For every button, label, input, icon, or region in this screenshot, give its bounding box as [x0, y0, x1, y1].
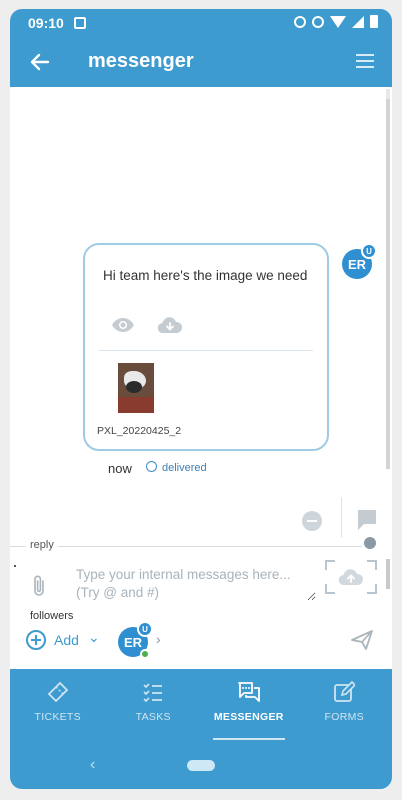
attachment-filename: PXL_20220425_2: [97, 425, 182, 437]
attachment-thumbnail[interactable]: [118, 363, 154, 413]
notification-icon: [74, 17, 86, 29]
message-time: now: [108, 461, 132, 476]
delivery-status: delivered: [162, 462, 207, 474]
ticket-icon: [47, 681, 69, 703]
signal-icon: [352, 15, 364, 28]
reply-handle-dot[interactable]: [364, 537, 376, 549]
nav-forms[interactable]: FORMS: [297, 669, 393, 745]
status-time: 09:10: [28, 15, 64, 31]
nav-tickets[interactable]: TICKETS: [10, 669, 106, 745]
online-status-dot: [140, 649, 150, 659]
sync-icon: [294, 15, 306, 28]
chevron-right-icon[interactable]: ›: [156, 631, 161, 647]
sender-badge: U: [361, 243, 377, 259]
side-divider: [341, 497, 342, 537]
system-back-icon[interactable]: ‹: [90, 756, 95, 774]
system-home-pill[interactable]: [187, 760, 215, 771]
follower-avatar[interactable]: ER U: [118, 621, 153, 659]
nav-label-messenger: MESSENGER: [213, 711, 284, 723]
sender-avatar[interactable]: ER U: [342, 243, 377, 279]
nav-label-forms: FORMS: [324, 711, 364, 723]
messenger-icon: [237, 682, 260, 702]
cloud-download-icon[interactable]: [157, 316, 183, 334]
dnd-icon: [312, 15, 324, 28]
app-screen: 09:10 messenger ER U Hi team here's the …: [10, 9, 392, 789]
chevron-down-icon[interactable]: ⌄: [88, 629, 100, 646]
message-text: Hi team here's the image we need: [103, 268, 308, 283]
reply-input[interactable]: [76, 565, 316, 601]
message-bubble: Hi team here's the image we need PXL_202…: [83, 243, 329, 451]
battery-icon: [370, 15, 378, 28]
status-icons: [294, 15, 378, 28]
wifi-icon: [330, 15, 346, 28]
follower-initials: ER: [123, 634, 143, 650]
nav-messenger[interactable]: MESSENGER: [201, 669, 297, 745]
nav-label-tasks: TASKS: [135, 711, 171, 723]
tasks-icon: [143, 683, 163, 703]
follower-badge: U: [137, 621, 153, 637]
view-eye-icon[interactable]: [111, 316, 135, 334]
check-circle-icon: [146, 461, 157, 472]
sender-initials: ER: [347, 256, 367, 272]
nav-label-tickets: TICKETS: [34, 711, 81, 723]
indicator-dot: [14, 565, 16, 567]
status-bar: 09:10: [10, 9, 392, 37]
hamburger-menu-icon[interactable]: [356, 54, 374, 68]
add-follower-button[interactable]: Add: [54, 632, 79, 648]
nav-tasks[interactable]: TASKS: [106, 669, 202, 745]
system-navigation-bar: ‹: [10, 745, 392, 789]
followers-label: followers: [30, 610, 74, 622]
app-bar: messenger: [10, 37, 392, 87]
upload-dropzone[interactable]: [325, 560, 377, 594]
reply-divider: [10, 546, 362, 547]
bubble-divider: [99, 350, 313, 351]
collapse-minus-icon[interactable]: [302, 511, 322, 531]
attachment-actions: [111, 316, 183, 334]
reply-label: reply: [26, 539, 58, 551]
cloud-upload-icon: [338, 569, 364, 586]
page-title: messenger: [88, 50, 194, 72]
comment-flag-icon[interactable]: [356, 509, 378, 531]
bottom-navigation: TICKETS TASKS MESSENGER FORMS: [10, 669, 392, 745]
add-follower-icon[interactable]: [26, 630, 46, 650]
phone-frame: 09:10 messenger ER U Hi team here's the …: [0, 0, 402, 800]
forms-icon: [334, 681, 356, 702]
paperclip-icon[interactable]: [32, 574, 46, 598]
reply-scrollbar[interactable]: [386, 559, 390, 589]
scrollbar-thumb[interactable]: [386, 99, 390, 469]
send-icon[interactable]: [350, 629, 374, 651]
back-arrow-icon[interactable]: [28, 50, 52, 74]
